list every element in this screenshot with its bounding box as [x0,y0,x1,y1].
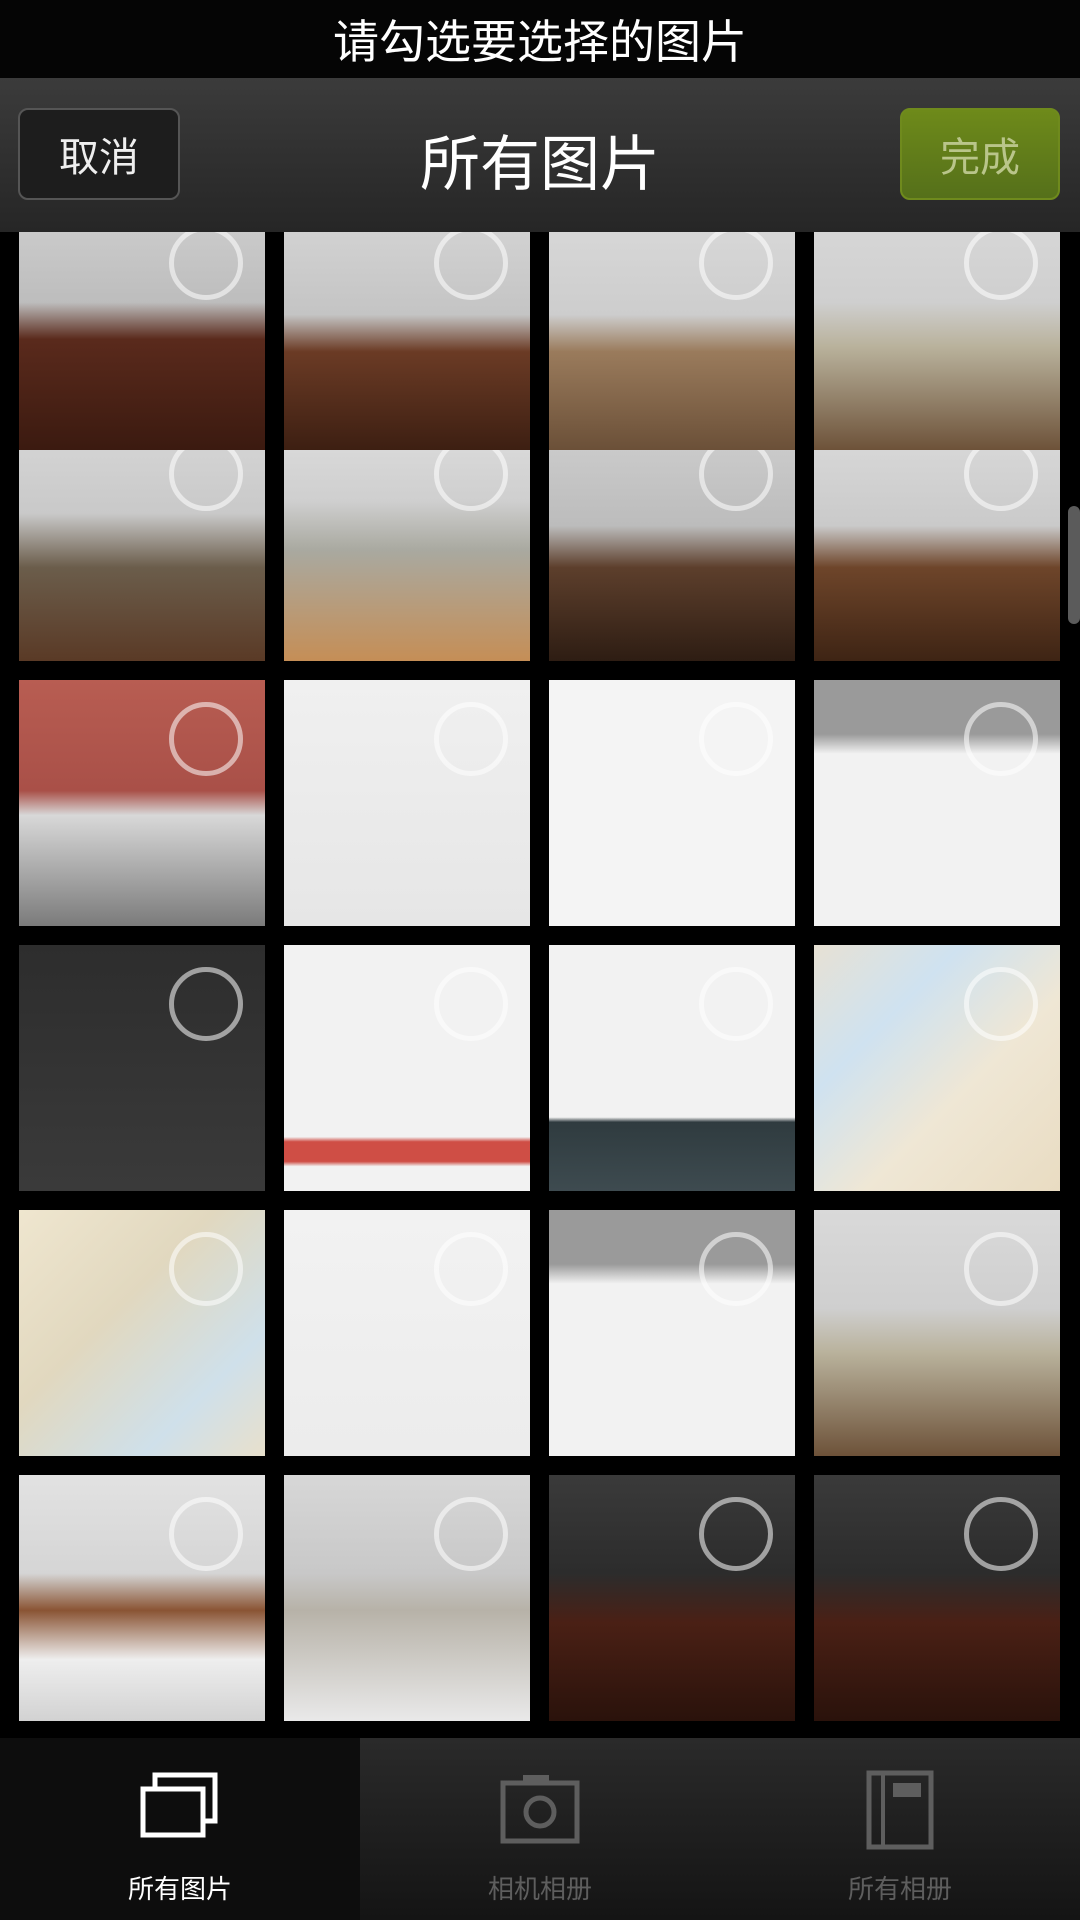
photo-grid[interactable] [0,232,1080,1738]
select-checkbox[interactable] [169,1497,243,1571]
thumb-screenshot-3[interactable] [814,680,1060,926]
select-checkbox[interactable] [964,1232,1038,1306]
done-button[interactable]: 完成 [900,108,1060,200]
select-checkbox[interactable] [699,967,773,1041]
thumb-room-window[interactable] [549,415,795,661]
select-checkbox[interactable] [434,967,508,1041]
thumb-sofa[interactable] [19,415,265,661]
thumb-room-7[interactable] [284,1475,530,1721]
select-checkbox[interactable] [699,232,773,300]
thumb-screenshot-7[interactable] [549,1210,795,1456]
scrollbar-thumb[interactable] [1068,506,1080,624]
thumb-room-8[interactable] [549,1475,795,1721]
tab-camera-album[interactable]: 相机相册 [360,1738,720,1920]
select-checkbox[interactable] [699,702,773,776]
thumb-screenshot-1[interactable] [284,680,530,926]
camera-icon [500,1775,580,1844]
tab-label: 相机相册 [487,1875,592,1905]
thumb-map-2[interactable] [19,1210,265,1456]
select-checkbox[interactable] [434,1497,508,1571]
tab-all-photos[interactable]: 所有图片 [0,1738,360,1920]
select-checkbox[interactable] [169,1232,243,1306]
select-checkbox[interactable] [169,232,243,300]
thumb-room-1[interactable] [19,232,265,450]
select-checkbox[interactable] [434,702,508,776]
thumb-room-9[interactable] [814,1475,1060,1721]
select-checkbox[interactable] [964,967,1038,1041]
thumb-room-2[interactable] [284,232,530,450]
select-checkbox[interactable] [169,967,243,1041]
thumb-screenshot-2[interactable] [549,680,795,926]
select-checkbox[interactable] [699,1232,773,1306]
thumb-building[interactable] [19,680,265,926]
thumb-screenshot-4[interactable] [284,945,530,1191]
select-checkbox[interactable] [169,702,243,776]
select-checkbox[interactable] [434,1232,508,1306]
tab-label: 所有图片 [127,1875,232,1905]
thumb-room-4[interactable] [814,232,1060,450]
thumb-map-1[interactable] [814,945,1060,1191]
instruction-banner: 请勾选要选择的图片 [0,0,1080,78]
thumb-room-3[interactable] [549,232,795,450]
select-checkbox[interactable] [964,232,1038,300]
tab-label: 所有相册 [847,1875,952,1905]
select-checkbox[interactable] [699,1497,773,1571]
thumb-room-6[interactable] [19,1475,265,1721]
thumb-bed-tv[interactable] [284,415,530,661]
title-bar: 取消 所有图片 完成 [0,78,1080,234]
thumb-room-table[interactable] [814,415,1060,661]
stacked-photos-icon [140,1772,218,1838]
tab-all-albums[interactable]: 所有相册 [720,1738,1080,1920]
thumb-room-5[interactable] [814,1210,1060,1456]
thumb-screenshot-5[interactable] [549,945,795,1191]
select-checkbox[interactable] [964,1497,1038,1571]
thumb-home-screen[interactable] [19,945,265,1191]
thumb-screenshot-6[interactable] [284,1210,530,1456]
bottom-tab-bar: 所有图片 相机相册 所有相册 [0,1738,1080,1920]
select-checkbox[interactable] [434,232,508,300]
select-checkbox[interactable] [964,702,1038,776]
album-icon [866,1770,934,1850]
